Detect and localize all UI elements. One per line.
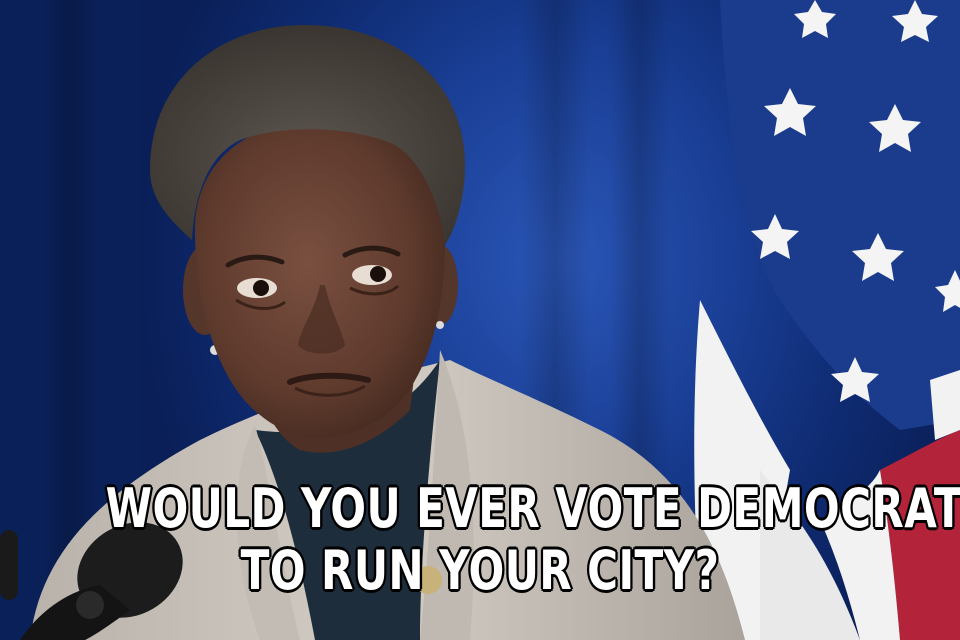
caption-line-2: TO RUN YOUR CITY? [240, 539, 720, 603]
meme-photo: WOULD YOU EVER VOTE DEMOCRAT TO RUN YOUR… [0, 0, 960, 640]
meme-caption: WOULD YOU EVER VOTE DEMOCRAT TO RUN YOUR… [105, 477, 960, 603]
caption-line-1: WOULD YOU EVER VOTE DEMOCRAT [105, 477, 960, 541]
